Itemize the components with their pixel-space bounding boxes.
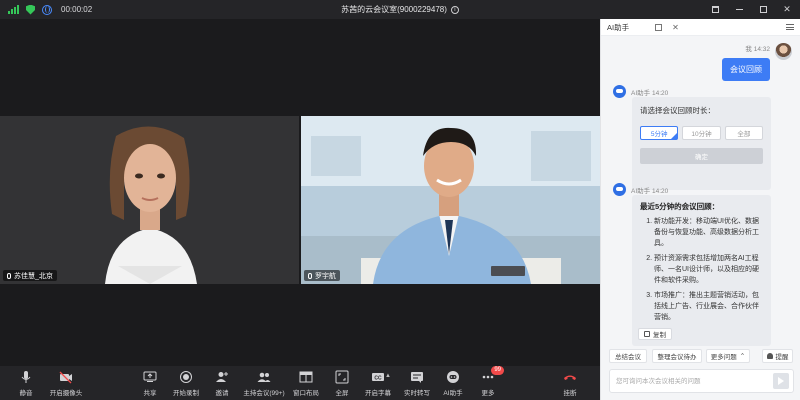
maximize-button[interactable]	[758, 5, 768, 15]
participant-name-tag: 苏佳慧_北京	[3, 270, 57, 281]
svg-text:CC: CC	[374, 375, 382, 381]
ai-assistant-button[interactable]: AI助手	[435, 370, 471, 397]
panel-header: AI助手 ✕	[601, 19, 800, 36]
quick-actions: 总结会议 整理会议待办 更多问题 ⌃ 提醒	[609, 349, 793, 363]
copy-button[interactable]: 复制	[638, 328, 672, 340]
close-window-button[interactable]: ✕	[782, 4, 792, 15]
menu-icon[interactable]	[786, 24, 794, 30]
summary-title: 最近5分钟的会议回顾：	[640, 202, 720, 211]
user-message: 我 14:32 会议回顾	[722, 43, 792, 81]
invite-button[interactable]: 邀请	[204, 370, 240, 397]
more-button[interactable]: 99 更多	[470, 366, 506, 397]
chevron-up-icon: ⌃	[739, 353, 746, 360]
confirm-button[interactable]: 确定	[640, 148, 763, 164]
transcript-icon	[410, 370, 424, 384]
shield-icon[interactable]	[26, 4, 35, 15]
popout-icon[interactable]	[655, 23, 663, 31]
info-icon[interactable]: i	[450, 5, 459, 14]
close-icon[interactable]: ✕	[672, 23, 679, 32]
record-icon	[179, 370, 193, 384]
record-button[interactable]: 开始录制	[168, 370, 204, 397]
layout-button[interactable]: 窗口布局	[288, 370, 324, 397]
video-tile[interactable]: 苏佳慧_北京	[0, 116, 299, 284]
copy-icon	[644, 331, 650, 337]
participant-name: 罗宇航	[315, 272, 336, 280]
layout-icon	[299, 370, 313, 384]
fullscreen-icon	[335, 370, 349, 384]
more-questions-chip[interactable]: 更多问题 ⌃	[706, 349, 750, 363]
fullscreen-button[interactable]: 全屏	[324, 370, 360, 397]
pin-window-button[interactable]	[710, 5, 720, 15]
caption-button[interactable]: CC ▲ 开启字幕	[360, 370, 396, 397]
signal-icon[interactable]	[8, 5, 19, 14]
remind-chip[interactable]: 提醒	[762, 349, 793, 363]
ai-avatar-icon	[613, 183, 626, 196]
user-message-bubble: 会议回顾	[722, 58, 770, 81]
send-icon	[778, 377, 784, 385]
participants-icon	[257, 370, 271, 384]
participant-video	[301, 116, 600, 284]
list-item: 市场推广：推出主题营销活动，包括线上广告、行业展会、合作伙伴营销。	[654, 290, 763, 323]
option-5min[interactable]: 5分钟	[640, 126, 679, 140]
minimize-button[interactable]	[734, 5, 744, 15]
question-input-box	[609, 369, 794, 393]
participant-name-tag: 罗宇航	[304, 270, 340, 281]
list-item: 新功能开发：移动端UI优化、数据备份与恢复功能、高级数据分析工具。	[654, 216, 763, 249]
title-bar: 00:00:02 苏茜的云会议室(9000229478) i ✕	[0, 0, 800, 19]
summarize-chip[interactable]: 总结会议	[609, 349, 647, 363]
transcript-button[interactable]: 实时转写	[399, 370, 435, 397]
video-stage: 苏佳慧_北京 罗宇航	[0, 19, 600, 366]
duration-question: 请选择会议回顾时长：	[640, 106, 715, 115]
more-icon: 99	[481, 366, 504, 384]
globe-icon[interactable]	[42, 4, 52, 15]
bell-icon	[766, 353, 773, 359]
option-all[interactable]: 全部	[724, 126, 763, 140]
mic-icon	[19, 370, 33, 384]
video-tile[interactable]: 罗宇航	[301, 116, 600, 284]
host-controls-button[interactable]: 主持会议(99+)	[243, 370, 285, 397]
share-icon	[143, 370, 157, 384]
mic-icon	[7, 272, 11, 279]
meeting-title: 苏茜的云会议室(9000229478)	[341, 5, 447, 14]
summary-card: 最近5分钟的会议回顾： 新功能开发：移动端UI优化、数据备份与恢复功能、高级数据…	[632, 195, 771, 346]
ai-avatar-icon	[613, 85, 626, 98]
ai-assistant-panel: AI助手 ✕ 我 14:32 会议回顾 AI助手 14:20 请选择会议回顾时长…	[600, 19, 800, 400]
camera-button[interactable]: 开启摄像头	[48, 370, 84, 397]
camera-off-icon	[59, 370, 73, 384]
user-meta: 我 14:32	[745, 46, 770, 53]
mic-icon	[308, 272, 312, 279]
more-badge: 99	[491, 366, 504, 375]
list-item: 预计资源需求包括增加两名AI工程师、一名UI设计师，以及相应的硬件和软件采购。	[654, 253, 763, 286]
participant-name: 苏佳慧_北京	[14, 272, 53, 280]
avatar	[775, 43, 792, 60]
meeting-toolbar: 静音 开启摄像头 共享 开始录制 邀请 主持会议(99+) 窗口布局 全屏 CC…	[0, 366, 600, 400]
hangup-button[interactable]: 挂断	[552, 370, 588, 397]
summary-list: 新功能开发：移动端UI优化、数据备份与恢复功能、高级数据分析工具。 预计资源需求…	[640, 216, 763, 323]
participant-video	[0, 116, 299, 284]
caption-icon: CC ▲	[371, 370, 391, 384]
meeting-timer: 00:00:02	[61, 5, 93, 14]
question-input[interactable]	[610, 370, 760, 392]
option-10min[interactable]: 10分钟	[682, 126, 721, 140]
send-button[interactable]	[773, 373, 789, 389]
share-button[interactable]: 共享	[132, 370, 168, 397]
mute-button[interactable]: 静音	[8, 370, 44, 397]
duration-select-card: 请选择会议回顾时长： 5分钟 10分钟 全部 确定	[632, 97, 771, 190]
invite-icon	[215, 370, 229, 384]
ai-icon	[446, 370, 460, 384]
todo-chip[interactable]: 整理会议待办	[652, 349, 702, 363]
hangup-icon	[563, 370, 577, 384]
panel-tab-title[interactable]: AI助手	[607, 22, 629, 33]
